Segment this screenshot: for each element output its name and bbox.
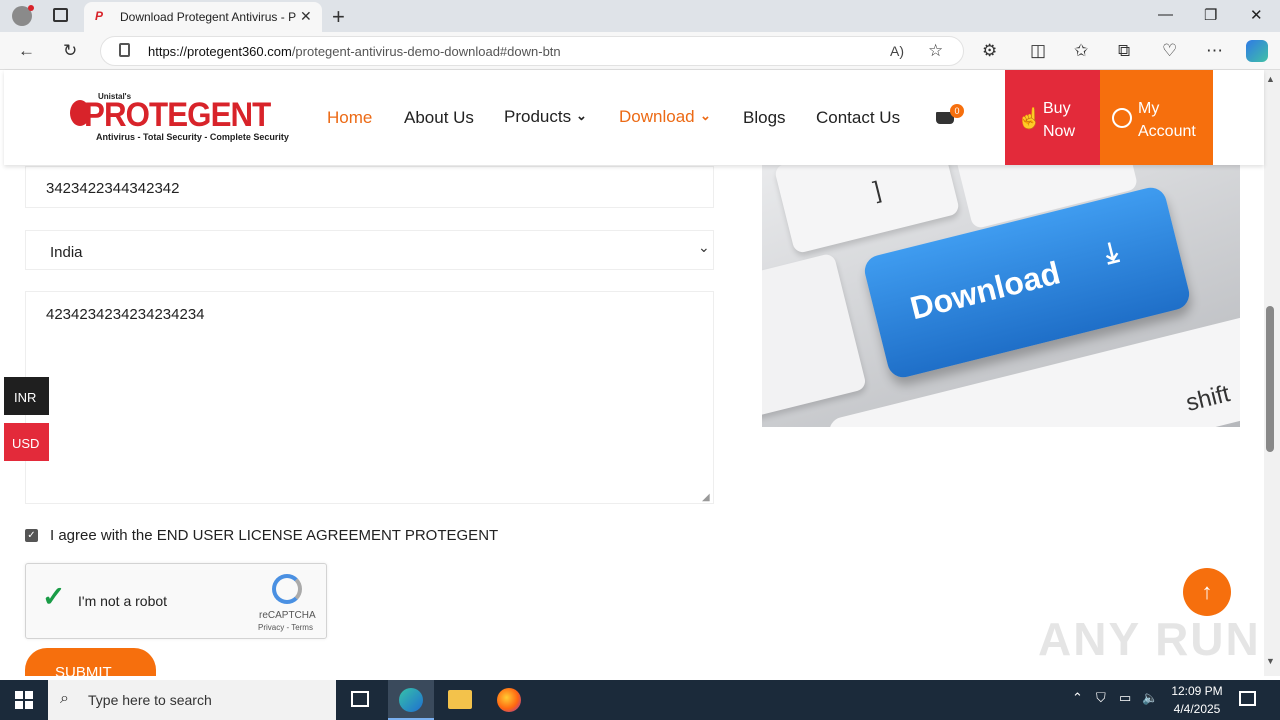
buy-line1: Buy [1043,100,1071,117]
nav-about-us[interactable]: About Us [404,108,474,128]
submit-label: SUBMIT [55,664,112,676]
tab-actions-icon[interactable] [53,8,68,22]
windows-start-icon[interactable] [15,691,33,709]
captcha-label: I'm not a robot [78,593,168,609]
tray-security-icon[interactable]: ⛉ [1096,690,1106,706]
copilot-icon[interactable] [1246,40,1268,62]
site-header: Unistal's PROTEGENT Antivirus - Total Se… [4,70,1264,165]
recaptcha-widget: ✓ I'm not a robot reCAPTCHA Privacy - Te… [25,563,327,639]
favorites-icon[interactable]: ✩ [1074,41,1088,61]
user-icon [1112,108,1132,128]
split-screen-icon[interactable]: ◫ [1030,41,1046,61]
active-tab[interactable]: P Download Protegent Antivirus - P ✕ [84,2,322,32]
phone-input[interactable]: 3423422344342342 [25,166,714,208]
read-aloud-icon[interactable]: A) [890,43,904,59]
notification-dot-icon [28,5,34,11]
agree-checkbox[interactable]: ✓ [25,529,38,542]
nav-download[interactable]: Download [619,107,695,127]
back-to-top-arrow-up-icon[interactable]: ↑ [1183,568,1231,616]
search-icon: ⌕ [60,690,69,707]
more-menu-icon[interactable]: ⋯ [1206,41,1223,61]
network-icon[interactable]: ▭ [1119,690,1131,706]
currency-inr-label: INR [14,390,37,405]
products-chevron-down-icon[interactable]: ⌄ [576,108,587,124]
logo-tagline: Antivirus - Total Security - Complete Se… [96,132,289,142]
url-domain: https://protegent360.com [148,44,292,59]
agree-label: I agree with the END USER LICENSE AGREEM… [50,527,499,544]
download-key-label: Download [906,254,1064,327]
phone-value: 3423422344342342 [46,180,180,197]
restore-icon[interactable]: ❐ [1204,6,1217,24]
nav-products[interactable]: Products [504,107,571,127]
favorite-star-icon[interactable]: ☆ [928,41,943,61]
collections-icon[interactable]: ⧉ [1118,41,1130,61]
submit-button[interactable]: SUBMIT [25,648,156,676]
url-path: /protegent-antivirus-demo-download#down-… [291,44,561,59]
taskbar-edge-button[interactable] [388,680,434,720]
new-tab-icon[interactable]: + [332,4,345,30]
keyboard-key [762,252,868,418]
task-view-icon[interactable] [351,691,369,707]
cart-count-badge: 0 [950,104,964,118]
protegent-logo[interactable]: Unistal's PROTEGENT Antivirus - Total Se… [70,92,300,146]
tray-chevron-up-icon[interactable]: ⌃ [1072,690,1083,706]
country-select[interactable]: India ⌄ [25,230,714,270]
anyrun-watermark: ANY RUN [1038,613,1261,665]
edge-icon [399,688,423,712]
buy-now-button[interactable]: ☝ Buy Now [1005,70,1100,165]
currency-usd-button[interactable]: USD [4,423,49,461]
tab-close-icon[interactable]: ✕ [300,8,312,25]
acct-line2: Account [1138,123,1196,140]
select-chevron-down-icon: ⌄ [698,239,710,255]
captcha-checkmark-icon[interactable]: ✓ [42,580,65,613]
nav-blogs[interactable]: Blogs [743,108,786,128]
search-placeholder: Type here to search [88,692,212,708]
currency-usd-label: USD [12,436,40,451]
taskbar-time[interactable]: 12:09 PM [1170,684,1224,698]
logo-brand-text: PROTEGENT [84,96,271,134]
refresh-icon[interactable]: ↻ [63,41,77,61]
my-account-button[interactable]: My Account [1100,70,1213,165]
acct-line1: My [1138,100,1160,117]
captcha-brand: reCAPTCHA [259,610,316,621]
window-close-icon[interactable]: ✕ [1250,6,1263,24]
currency-inr-button[interactable]: INR [4,377,49,415]
minimize-icon[interactable]: — [1158,6,1173,23]
nav-contact-us[interactable]: Contact Us [816,108,900,128]
download-chevron-down-icon[interactable]: ⌄ [700,108,711,124]
message-value: 4234234234234234234 [46,306,205,323]
message-textarea[interactable]: 4234234234234234234 ◢ [25,291,714,504]
captcha-privacy-terms[interactable]: Privacy - Terms [258,623,313,632]
protegent-favicon-icon: P [95,9,104,23]
scrollbar-thumb[interactable] [1266,306,1274,452]
volume-icon[interactable]: 🔈 [1142,690,1158,706]
nav-home[interactable]: Home [327,108,372,128]
download-arrow-icon: ⤓ [1101,235,1122,269]
lock-icon[interactable] [119,43,130,57]
notifications-icon[interactable] [1239,691,1256,706]
recaptcha-logo-icon [272,574,302,604]
back-icon[interactable]: ← [18,41,35,61]
hand-pointer-icon: ☝ [1017,108,1042,130]
url-text[interactable]: https://protegent360.com/protegent-antiv… [148,44,561,59]
scroll-down-icon[interactable]: ▼ [1266,656,1275,666]
taskbar-date[interactable]: 4/4/2025 [1170,702,1224,716]
firefox-icon[interactable] [497,688,521,712]
tab-title: Download Protegent Antivirus - P [120,10,297,24]
download-keyboard-image: ] Download ⤓ shift [762,165,1240,427]
country-value: India [50,244,83,261]
file-explorer-icon[interactable] [448,690,472,709]
taskbar-search-box[interactable]: ⌕ Type here to search [48,680,336,720]
extensions-icon[interactable]: ⚙ [982,41,997,61]
buy-line2: Now [1043,123,1076,140]
browser-essentials-icon[interactable]: ♡ [1162,41,1177,61]
scroll-up-icon[interactable]: ▲ [1266,74,1275,84]
resize-handle-icon[interactable]: ◢ [702,492,710,503]
